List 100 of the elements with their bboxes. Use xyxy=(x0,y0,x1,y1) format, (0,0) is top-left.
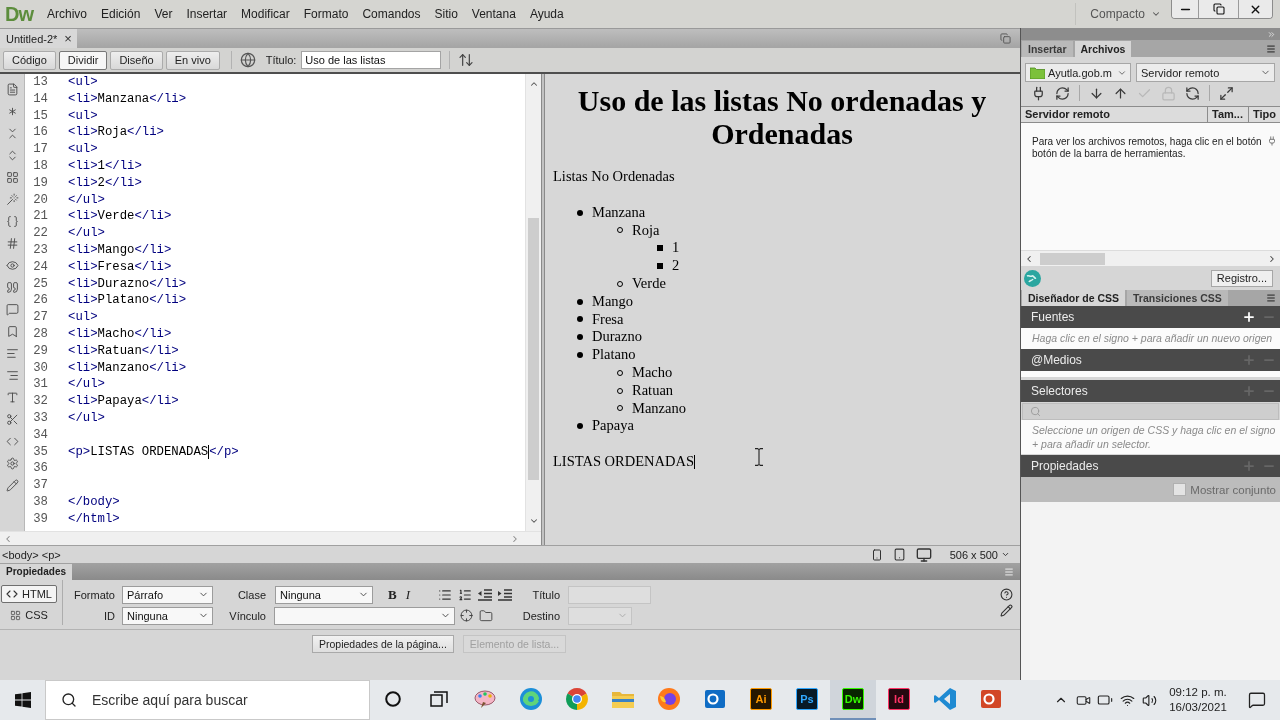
clock-date[interactable]: 16/03/2021 xyxy=(1169,700,1227,715)
site-select[interactable]: Ayutla.gob.m xyxy=(1025,63,1131,82)
link-field[interactable] xyxy=(274,606,455,625)
battery-icon[interactable] xyxy=(1097,692,1113,708)
log-button[interactable]: Registro... xyxy=(1210,269,1273,287)
help-icon[interactable] xyxy=(1000,588,1013,601)
expand-icon[interactable] xyxy=(1219,85,1234,101)
comment-icon[interactable] xyxy=(5,303,19,316)
scrollbar-thumb[interactable] xyxy=(528,218,539,480)
plus-icon[interactable] xyxy=(1242,310,1256,324)
outdent-icon[interactable] xyxy=(478,588,492,601)
panel-tab[interactable]: Propiedades xyxy=(0,564,73,580)
menu-item[interactable]: Ventana xyxy=(464,7,523,21)
lines-icon[interactable] xyxy=(5,369,19,382)
scissors-icon[interactable] xyxy=(5,413,19,426)
taskbar-button[interactable]: Dw xyxy=(830,680,876,720)
italic-button[interactable]: I xyxy=(405,586,410,603)
scroll-right-icon[interactable] xyxy=(510,533,520,544)
speaker-icon[interactable] xyxy=(1141,692,1157,708)
close-tab-button[interactable]: × xyxy=(64,32,72,45)
menu-item[interactable]: Ver xyxy=(147,7,180,21)
scroll-up-icon[interactable] xyxy=(528,79,539,89)
tag-selector[interactable]: <body> <p> xyxy=(2,548,61,561)
checkbox[interactable] xyxy=(1173,483,1187,496)
wifi-icon[interactable] xyxy=(1119,692,1135,708)
panel-menu-icon[interactable] xyxy=(1266,43,1276,54)
column-header[interactable]: Tam... xyxy=(1207,107,1248,122)
globe-icon[interactable] xyxy=(239,52,256,68)
panel-tab[interactable]: Diseñador de CSS xyxy=(1022,290,1126,306)
sync-icon[interactable] xyxy=(1185,85,1200,101)
eye-icon[interactable] xyxy=(5,259,19,272)
menu-item[interactable]: Comandos xyxy=(355,7,428,21)
panel-menu-icon[interactable] xyxy=(1266,293,1276,303)
menu-item[interactable]: Formato xyxy=(296,7,356,21)
indent-icon[interactable] xyxy=(498,588,512,601)
code-icon[interactable] xyxy=(5,435,19,448)
scrollbar-thumb[interactable] xyxy=(1040,252,1105,265)
column-header[interactable]: Servidor remoto xyxy=(1021,107,1207,122)
taskbar-search-field[interactable]: Escribe aquí para buscar xyxy=(45,680,370,720)
numbered-list-icon[interactable] xyxy=(458,587,472,602)
menu-item[interactable]: Archivo xyxy=(40,7,94,21)
id-select[interactable]: Ninguna xyxy=(122,606,213,625)
pencil-icon[interactable] xyxy=(5,479,19,492)
settings-icon[interactable] xyxy=(5,457,19,470)
mode-button[interactable]: CSS xyxy=(5,606,53,624)
class-select[interactable]: Ninguna xyxy=(275,585,373,604)
view-button[interactable]: Código xyxy=(3,50,56,70)
lines-icon[interactable] xyxy=(5,347,19,360)
pencil-icon[interactable] xyxy=(1000,604,1013,617)
section-header[interactable]: Fuentes xyxy=(1021,306,1280,328)
text-icon[interactable] xyxy=(5,391,19,404)
view-select[interactable]: Servidor remoto xyxy=(1136,63,1275,82)
up-down-arrows-icon[interactable] xyxy=(458,52,475,68)
menu-item[interactable]: Modificar xyxy=(234,7,297,21)
document-icon[interactable] xyxy=(5,83,19,96)
folder-icon[interactable] xyxy=(479,608,493,623)
menu-item[interactable]: Edición xyxy=(94,7,148,21)
clock-time[interactable]: 09:12 p. m. xyxy=(1169,685,1227,700)
panel-tab[interactable]: Archivos xyxy=(1074,41,1132,57)
view-button[interactable]: Diseño xyxy=(110,50,163,70)
wand-icon[interactable] xyxy=(5,193,19,206)
close-button[interactable] xyxy=(1238,0,1272,18)
panel-tab[interactable]: Transiciones CSS xyxy=(1127,290,1228,306)
mode-button[interactable]: HTML xyxy=(1,585,57,603)
bookmark-icon[interactable] xyxy=(5,325,19,338)
workspace-switcher[interactable]: Compacto xyxy=(1075,3,1161,25)
hash-icon[interactable] xyxy=(5,237,19,250)
restore-icon[interactable] xyxy=(1000,33,1011,44)
taskbar-button[interactable]: Ai xyxy=(738,680,784,720)
crosshair-icon[interactable] xyxy=(460,609,473,622)
scroll-down-icon[interactable] xyxy=(528,516,539,526)
scroll-left-icon[interactable] xyxy=(1024,253,1034,264)
menu-item[interactable]: Sitio xyxy=(427,7,465,21)
bold-button[interactable]: B xyxy=(388,586,397,603)
plug-icon[interactable] xyxy=(1031,85,1046,101)
window-size-menu[interactable]: 506 x 500 xyxy=(949,548,1010,561)
panel-tab[interactable]: Insertar xyxy=(1022,41,1073,57)
tablet-icon[interactable] xyxy=(892,548,906,561)
vertical-scrollbar[interactable] xyxy=(525,74,541,531)
notification-icon[interactable] xyxy=(1248,691,1266,709)
horizontal-scrollbar[interactable] xyxy=(1021,250,1280,266)
document-tab[interactable]: Untitled-2* × xyxy=(0,29,77,48)
quote-icon[interactable] xyxy=(5,281,19,294)
column-header[interactable]: Tipo xyxy=(1248,107,1280,122)
view-button[interactable]: En vivo xyxy=(165,50,220,70)
braces-icon[interactable] xyxy=(5,215,19,228)
scroll-left-icon[interactable] xyxy=(3,533,13,544)
format-select[interactable]: Párrafo xyxy=(122,585,213,604)
property-button[interactable]: Propiedades de la página... xyxy=(312,635,454,653)
phone-icon[interactable] xyxy=(870,548,883,561)
grid-icon[interactable] xyxy=(5,171,19,184)
menu-item[interactable]: Ayuda xyxy=(522,7,571,21)
title-field[interactable]: Uso de las listas xyxy=(301,51,442,69)
scroll-right-icon[interactable] xyxy=(1267,253,1277,264)
bulleted-list-icon[interactable] xyxy=(438,587,452,602)
monitor-icon[interactable] xyxy=(915,546,932,563)
down-arrow-icon[interactable] xyxy=(1089,85,1104,101)
refresh-icon[interactable] xyxy=(1055,85,1070,101)
horizontal-scrollbar[interactable] xyxy=(0,531,541,545)
globe-icon[interactable] xyxy=(1024,269,1041,287)
